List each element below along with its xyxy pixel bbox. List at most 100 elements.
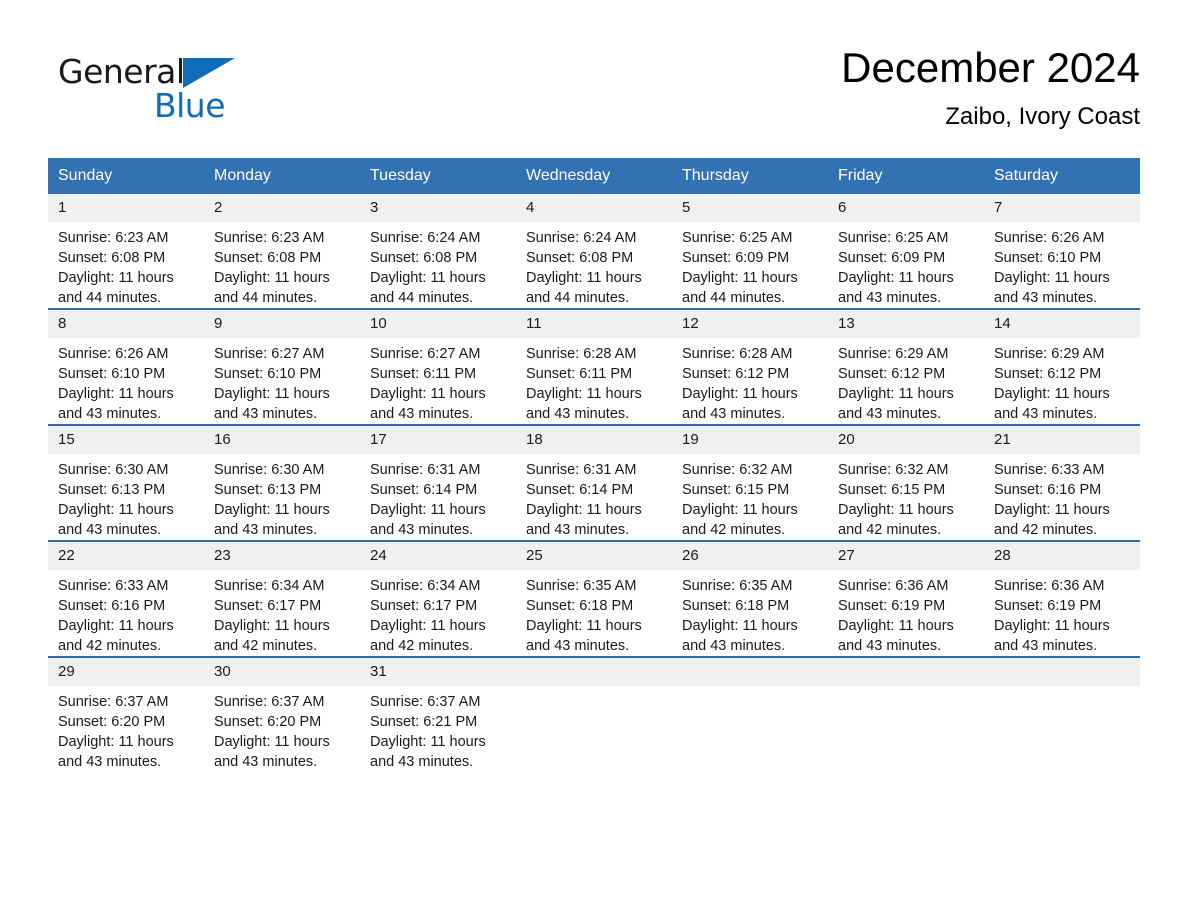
- sunrise-text: Sunrise: 6:37 AM: [370, 694, 481, 710]
- day-cell[interactable]: 5 Sunrise: 6:25 AM Sunset: 6:09 PM Dayli…: [672, 194, 828, 309]
- weekday-header-thursday: Thursday: [672, 158, 828, 194]
- day-number: 5: [672, 194, 828, 222]
- day-cell[interactable]: 15 Sunrise: 6:30 AM Sunset: 6:13 PM Dayl…: [48, 424, 204, 541]
- day-cell[interactable]: 12 Sunrise: 6:28 AM Sunset: 6:12 PM Dayl…: [672, 308, 828, 425]
- day-cell[interactable]: 11 Sunrise: 6:28 AM Sunset: 6:11 PM Dayl…: [516, 308, 672, 425]
- sunrise-text: Sunrise: 6:32 AM: [838, 462, 949, 478]
- day-number: 12: [672, 310, 828, 338]
- day-details: Sunrise: 6:29 AM Sunset: 6:12 PM Dayligh…: [828, 338, 984, 424]
- sunrise-text: Sunrise: 6:24 AM: [370, 230, 481, 246]
- calendar-week-row: 22 Sunrise: 6:33 AM Sunset: 6:16 PM Dayl…: [48, 540, 1140, 657]
- sunset-text: Sunset: 6:19 PM: [838, 598, 946, 614]
- day-cell[interactable]: 24 Sunrise: 6:34 AM Sunset: 6:17 PM Dayl…: [360, 540, 516, 657]
- sunset-text: Sunset: 6:20 PM: [214, 714, 322, 730]
- day-cell[interactable]: 27 Sunrise: 6:36 AM Sunset: 6:19 PM Dayl…: [828, 540, 984, 657]
- day-cell[interactable]: 30 Sunrise: 6:37 AM Sunset: 6:20 PM Dayl…: [204, 656, 360, 772]
- sunrise-text: Sunrise: 6:34 AM: [214, 578, 325, 594]
- sunrise-text: Sunrise: 6:23 AM: [58, 230, 169, 246]
- day-cell[interactable]: 8 Sunrise: 6:26 AM Sunset: 6:10 PM Dayli…: [48, 308, 204, 425]
- sunrise-text: Sunrise: 6:35 AM: [526, 578, 637, 594]
- day-cell[interactable]: 1 Sunrise: 6:23 AM Sunset: 6:08 PM Dayli…: [48, 194, 204, 309]
- daylight-text: Daylight: 11 hours and 43 minutes.: [370, 386, 486, 422]
- day-cell[interactable]: 18 Sunrise: 6:31 AM Sunset: 6:14 PM Dayl…: [516, 424, 672, 541]
- day-number: 18: [516, 426, 672, 454]
- day-number: 29: [48, 658, 204, 686]
- day-details: Sunrise: 6:34 AM Sunset: 6:17 PM Dayligh…: [360, 570, 516, 656]
- day-cell[interactable]: 23 Sunrise: 6:34 AM Sunset: 6:17 PM Dayl…: [204, 540, 360, 657]
- day-cell[interactable]: 26 Sunrise: 6:35 AM Sunset: 6:18 PM Dayl…: [672, 540, 828, 657]
- day-cell[interactable]: 9 Sunrise: 6:27 AM Sunset: 6:10 PM Dayli…: [204, 308, 360, 425]
- sunset-text: Sunset: 6:10 PM: [214, 366, 322, 382]
- sunset-text: Sunset: 6:15 PM: [682, 482, 790, 498]
- sunset-text: Sunset: 6:12 PM: [838, 366, 946, 382]
- day-details: Sunrise: 6:37 AM Sunset: 6:20 PM Dayligh…: [48, 686, 204, 772]
- day-cell[interactable]: 4 Sunrise: 6:24 AM Sunset: 6:08 PM Dayli…: [516, 194, 672, 309]
- day-number: [516, 658, 672, 686]
- day-number: 4: [516, 194, 672, 222]
- day-number: 1: [48, 194, 204, 222]
- daylight-text: Daylight: 11 hours and 43 minutes.: [994, 618, 1110, 654]
- sunset-text: Sunset: 6:16 PM: [58, 598, 166, 614]
- day-cell[interactable]: 31 Sunrise: 6:37 AM Sunset: 6:21 PM Dayl…: [360, 656, 516, 772]
- day-details: Sunrise: 6:35 AM Sunset: 6:18 PM Dayligh…: [672, 570, 828, 656]
- sunrise-text: Sunrise: 6:25 AM: [838, 230, 949, 246]
- day-details: Sunrise: 6:26 AM Sunset: 6:10 PM Dayligh…: [48, 338, 204, 424]
- daylight-text: Daylight: 11 hours and 42 minutes.: [370, 618, 486, 654]
- day-number: [828, 658, 984, 686]
- sunrise-text: Sunrise: 6:30 AM: [58, 462, 169, 478]
- day-cell[interactable]: 25 Sunrise: 6:35 AM Sunset: 6:18 PM Dayl…: [516, 540, 672, 657]
- day-details: Sunrise: 6:30 AM Sunset: 6:13 PM Dayligh…: [204, 454, 360, 540]
- sunset-text: Sunset: 6:11 PM: [370, 366, 477, 382]
- calendar-grid: Sunday Monday Tuesday Wednesday Thursday…: [48, 158, 1140, 772]
- day-number: 10: [360, 310, 516, 338]
- daylight-text: Daylight: 11 hours and 43 minutes.: [370, 502, 486, 538]
- day-number: 15: [48, 426, 204, 454]
- day-cell[interactable]: 20 Sunrise: 6:32 AM Sunset: 6:15 PM Dayl…: [828, 424, 984, 541]
- day-details: Sunrise: 6:33 AM Sunset: 6:16 PM Dayligh…: [984, 454, 1140, 540]
- day-details: Sunrise: 6:24 AM Sunset: 6:08 PM Dayligh…: [360, 222, 516, 308]
- sunrise-text: Sunrise: 6:25 AM: [682, 230, 793, 246]
- day-cell[interactable]: 19 Sunrise: 6:32 AM Sunset: 6:15 PM Dayl…: [672, 424, 828, 541]
- page-header: General Blue December 2024 Zaibo, Ivory …: [48, 42, 1140, 152]
- day-cell[interactable]: 16 Sunrise: 6:30 AM Sunset: 6:13 PM Dayl…: [204, 424, 360, 541]
- day-cell[interactable]: 2 Sunrise: 6:23 AM Sunset: 6:08 PM Dayli…: [204, 194, 360, 309]
- day-number: 7: [984, 194, 1140, 222]
- day-number: [984, 658, 1140, 686]
- daylight-text: Daylight: 11 hours and 43 minutes.: [994, 386, 1110, 422]
- day-cell[interactable]: 13 Sunrise: 6:29 AM Sunset: 6:12 PM Dayl…: [828, 308, 984, 425]
- sunset-text: Sunset: 6:21 PM: [370, 714, 478, 730]
- day-cell[interactable]: 28 Sunrise: 6:36 AM Sunset: 6:19 PM Dayl…: [984, 540, 1140, 657]
- day-cell[interactable]: 17 Sunrise: 6:31 AM Sunset: 6:14 PM Dayl…: [360, 424, 516, 541]
- daylight-text: Daylight: 11 hours and 43 minutes.: [682, 618, 798, 654]
- day-cell[interactable]: 22 Sunrise: 6:33 AM Sunset: 6:16 PM Dayl…: [48, 540, 204, 657]
- day-number: [672, 658, 828, 686]
- sunrise-text: Sunrise: 6:35 AM: [682, 578, 793, 594]
- sunrise-text: Sunrise: 6:24 AM: [526, 230, 637, 246]
- general-blue-logo: General Blue: [58, 52, 318, 132]
- day-number: 3: [360, 194, 516, 222]
- sunset-text: Sunset: 6:17 PM: [370, 598, 478, 614]
- weekday-header-friday: Friday: [828, 158, 984, 194]
- day-cell[interactable]: 7 Sunrise: 6:26 AM Sunset: 6:10 PM Dayli…: [984, 194, 1140, 309]
- day-cell[interactable]: 29 Sunrise: 6:37 AM Sunset: 6:20 PM Dayl…: [48, 656, 204, 772]
- day-cell[interactable]: 14 Sunrise: 6:29 AM Sunset: 6:12 PM Dayl…: [984, 308, 1140, 425]
- sunset-text: Sunset: 6:19 PM: [994, 598, 1102, 614]
- day-number: 16: [204, 426, 360, 454]
- day-details: Sunrise: 6:25 AM Sunset: 6:09 PM Dayligh…: [672, 222, 828, 308]
- day-cell[interactable]: 3 Sunrise: 6:24 AM Sunset: 6:08 PM Dayli…: [360, 194, 516, 309]
- day-details: Sunrise: 6:28 AM Sunset: 6:11 PM Dayligh…: [516, 338, 672, 424]
- sunset-text: Sunset: 6:12 PM: [682, 366, 790, 382]
- calendar-table: Sunday Monday Tuesday Wednesday Thursday…: [48, 158, 1140, 772]
- daylight-text: Daylight: 11 hours and 43 minutes.: [370, 734, 486, 770]
- day-details: Sunrise: 6:23 AM Sunset: 6:08 PM Dayligh…: [204, 222, 360, 308]
- day-cell[interactable]: 6 Sunrise: 6:25 AM Sunset: 6:09 PM Dayli…: [828, 194, 984, 309]
- day-cell[interactable]: 10 Sunrise: 6:27 AM Sunset: 6:11 PM Dayl…: [360, 308, 516, 425]
- daylight-text: Daylight: 11 hours and 43 minutes.: [526, 386, 642, 422]
- daylight-text: Daylight: 11 hours and 43 minutes.: [58, 734, 174, 770]
- day-cell[interactable]: 21 Sunrise: 6:33 AM Sunset: 6:16 PM Dayl…: [984, 424, 1140, 541]
- day-number: 9: [204, 310, 360, 338]
- day-details: Sunrise: 6:31 AM Sunset: 6:14 PM Dayligh…: [360, 454, 516, 540]
- weekday-header-sunday: Sunday: [48, 158, 204, 194]
- sunset-text: Sunset: 6:13 PM: [214, 482, 322, 498]
- day-cell-empty: [984, 656, 1140, 772]
